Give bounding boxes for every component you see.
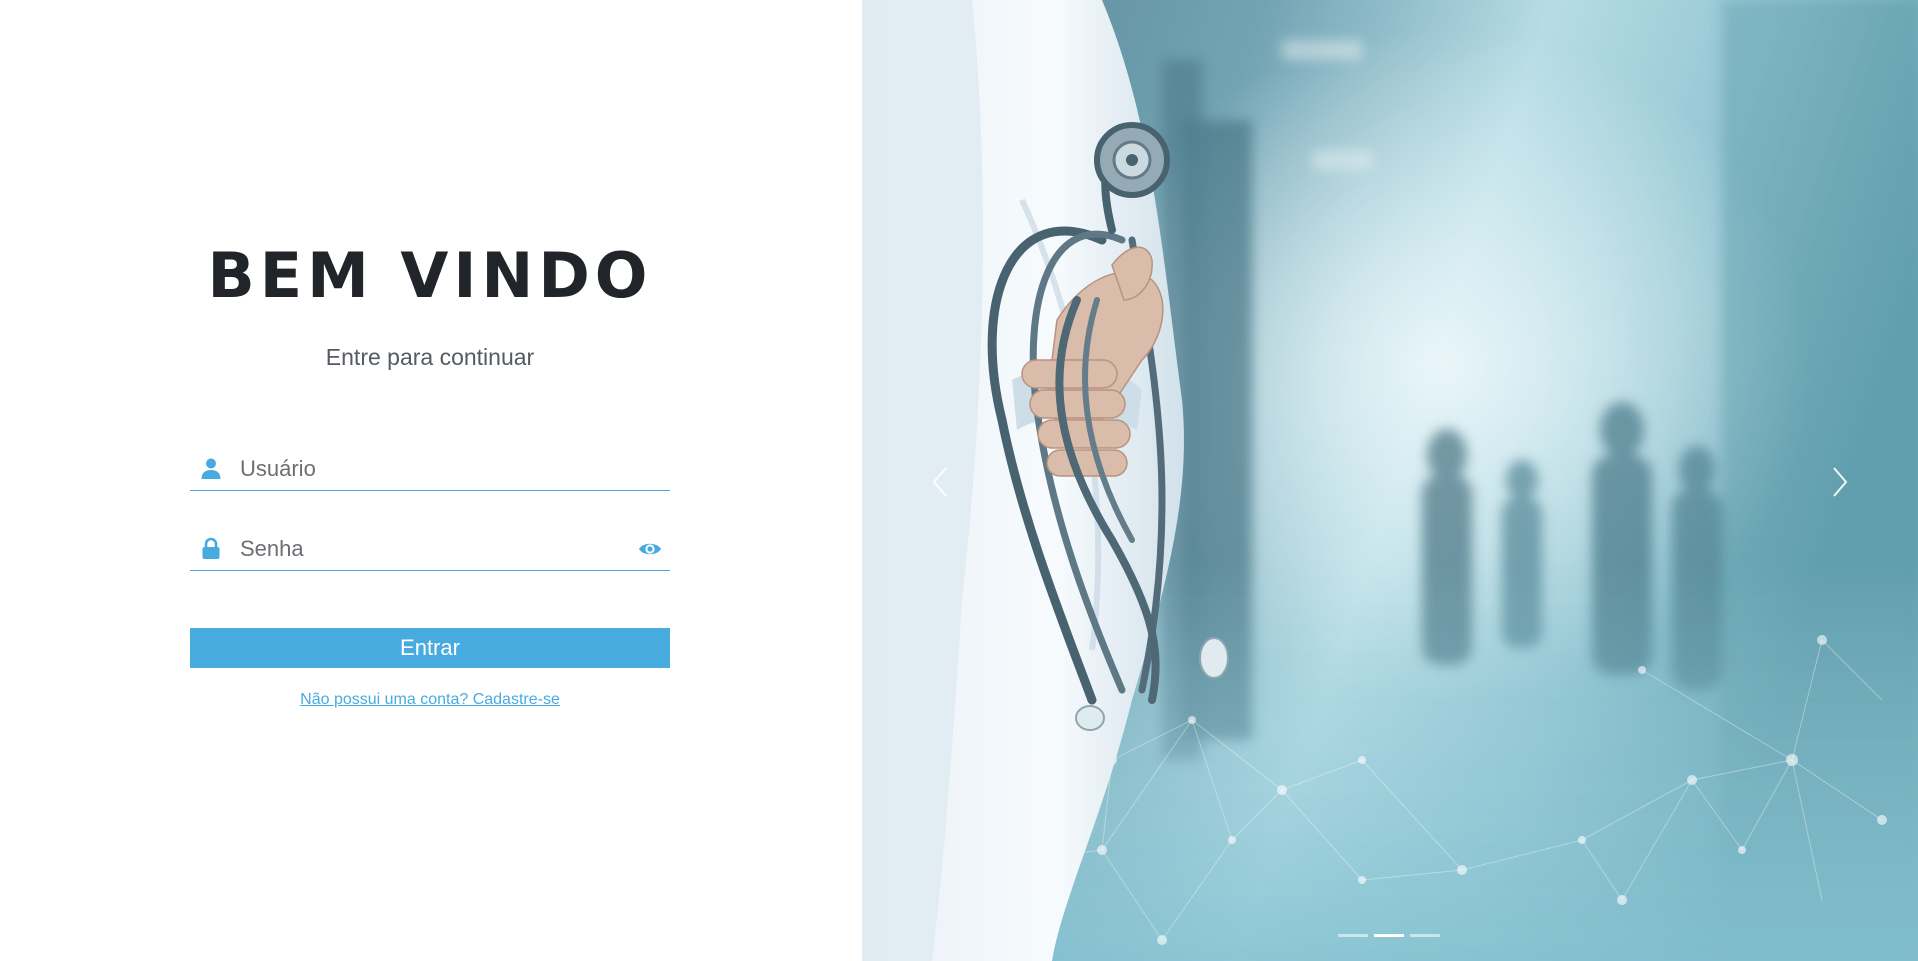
- password-field: [190, 528, 670, 571]
- username-input[interactable]: [240, 454, 620, 484]
- carousel-indicator-2[interactable]: [1374, 934, 1404, 937]
- carousel-indicators: [1338, 934, 1440, 940]
- carousel-indicator-1[interactable]: [1338, 934, 1368, 937]
- login-page: BEM VINDO Entre para continuar Entrar Nã…: [0, 0, 1918, 961]
- eye-icon[interactable]: [638, 540, 662, 558]
- login-button[interactable]: Entrar: [190, 628, 670, 668]
- lock-icon: [202, 537, 220, 559]
- hospital-doctor-image: [862, 0, 1918, 961]
- page-title: BEM VINDO: [207, 239, 653, 312]
- page-subtitle: Entre para continuar: [325, 344, 535, 370]
- login-panel: BEM VINDO Entre para continuar Entrar Nã…: [0, 0, 862, 961]
- signup-link[interactable]: Não possui uma conta? Cadastre-se: [0, 690, 860, 710]
- image-carousel: [862, 0, 1918, 961]
- chevron-right-icon[interactable]: [1822, 462, 1858, 502]
- username-field: [190, 448, 670, 491]
- user-icon: [201, 458, 221, 479]
- password-input[interactable]: [240, 534, 620, 564]
- chevron-left-icon[interactable]: [922, 462, 958, 502]
- carousel-indicator-3[interactable]: [1410, 934, 1440, 937]
